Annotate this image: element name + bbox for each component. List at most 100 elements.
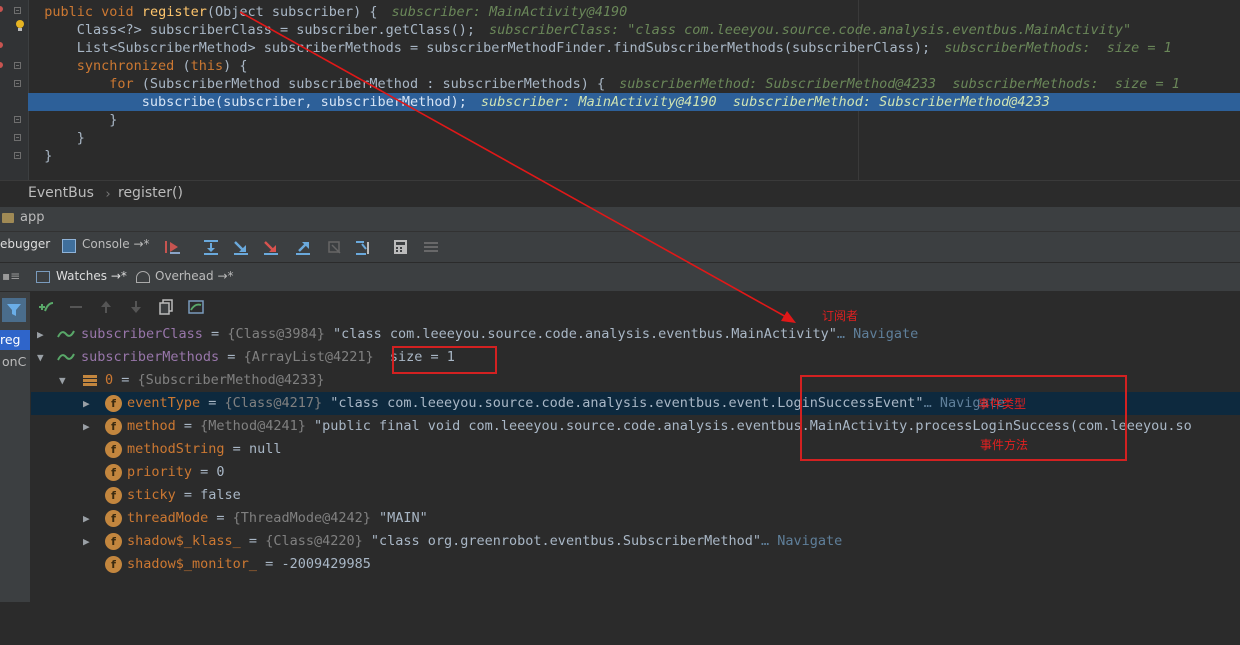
variable-ref: {Class@4217} xyxy=(224,395,323,411)
fold-marker[interactable] xyxy=(14,62,21,69)
field-icon: f xyxy=(105,510,122,527)
code-line[interactable]: Class<?> subscriberClass = subscriber.ge… xyxy=(28,21,1240,39)
field-icon: f xyxy=(105,418,122,435)
breakpoint-marker[interactable] xyxy=(0,62,3,68)
watch-variable-icon xyxy=(57,330,75,338)
variable-row[interactable]: f priority = 0 xyxy=(31,461,1240,484)
event-type-annotation: 事件类型 xyxy=(978,397,1027,411)
code-line[interactable]: } xyxy=(28,147,1240,165)
inline-debug-hint: subscriberMethod: SubscriberMethod@4233 … xyxy=(619,76,1180,92)
show-watches-icon[interactable] xyxy=(187,299,205,315)
remove-watch-icon[interactable] xyxy=(67,299,85,315)
debug-config-title[interactable]: app xyxy=(20,210,44,225)
variable-name: priority xyxy=(127,464,193,480)
expand-icon[interactable]: ▶ xyxy=(83,507,95,530)
copy-icon[interactable] xyxy=(157,299,175,315)
code-line[interactable]: } xyxy=(28,129,1240,147)
variable-value: -2009429985 xyxy=(281,556,371,572)
collapse-icon[interactable]: ▼ xyxy=(59,369,71,392)
tab-overhead[interactable]: Overhead →* xyxy=(155,269,234,283)
lightbulb-icon[interactable] xyxy=(15,20,25,32)
breakpoint-marker[interactable] xyxy=(0,42,3,48)
fold-marker[interactable] xyxy=(14,134,21,141)
show-execution-point-icon[interactable] xyxy=(164,239,182,255)
tab-console-label: Console xyxy=(82,237,130,251)
code-line[interactable]: synchronized (this) { xyxy=(28,57,1240,75)
list-element-icon xyxy=(83,375,97,386)
breadcrumb-method[interactable]: register() xyxy=(118,185,183,201)
field-icon: f xyxy=(105,556,122,573)
code-editor[interactable]: public void register(Object subscriber) … xyxy=(0,0,1240,180)
variable-row[interactable]: ▶ subscriberClass = {Class@3984} "class … xyxy=(31,323,1240,346)
tab-overhead-pin: →* xyxy=(217,269,234,283)
expand-icon[interactable]: ▶ xyxy=(83,392,95,415)
move-down-icon[interactable] xyxy=(127,299,145,315)
code-line[interactable]: for (SubscriberMethod subscriberMethod :… xyxy=(28,75,1240,93)
filter-icon[interactable] xyxy=(2,298,26,322)
variable-name: shadow$_klass_ xyxy=(127,533,241,549)
tab-watches-label: Watches xyxy=(56,269,107,283)
navigate-link[interactable]: … Navigate xyxy=(761,533,842,549)
variable-row[interactable]: ▶ f shadow$_klass_ = {Class@4220} "class… xyxy=(31,530,1240,553)
console-icon xyxy=(62,239,76,253)
breadcrumb-separator: › xyxy=(104,187,112,202)
variable-row[interactable]: ▼ subscriberMethods = {ArrayList@4221} s… xyxy=(31,346,1240,369)
add-watch-icon[interactable] xyxy=(37,299,55,315)
variable-value: "MAIN" xyxy=(378,510,428,526)
frame-item[interactable]: onC xyxy=(2,354,30,369)
variable-ref: {Class@4220} xyxy=(265,533,363,549)
run-to-cursor-icon[interactable] xyxy=(354,239,372,255)
current-execution-line[interactable]: subscribe(subscriber, subscriberMethod);… xyxy=(28,93,1240,111)
collapse-icon[interactable]: ▼ xyxy=(37,346,49,369)
tab-watches[interactable]: Watches →* xyxy=(56,269,127,283)
expand-icon[interactable]: ▶ xyxy=(83,415,95,438)
size-highlight-box xyxy=(392,346,497,374)
variable-row[interactable]: ▶ f threadMode = {ThreadMode@4242} "MAIN… xyxy=(31,507,1240,530)
fold-marker[interactable] xyxy=(14,152,21,159)
step-out-icon[interactable] xyxy=(294,239,312,255)
tab-debugger[interactable]: ebugger xyxy=(0,237,50,251)
variable-value: null xyxy=(248,441,282,457)
variable-ref: {Class@3984} xyxy=(227,326,325,342)
breadcrumb: EventBus › register() xyxy=(0,180,1240,208)
breadcrumb-class[interactable]: EventBus xyxy=(28,185,94,201)
variables-tree: ▶ subscriberClass = {Class@3984} "class … xyxy=(31,322,1240,602)
variable-ref: {Method@4241} xyxy=(200,418,306,434)
code-line[interactable]: public void register(Object subscriber) … xyxy=(28,3,1240,21)
step-over-icon[interactable] xyxy=(202,239,220,255)
event-method-annotation: 事件方法 xyxy=(980,438,1029,452)
fold-marker[interactable] xyxy=(14,7,21,14)
variable-row[interactable]: f shadow$_monitor_ = -2009429985 xyxy=(31,553,1240,576)
force-step-into-icon[interactable] xyxy=(262,239,280,255)
variable-value: false xyxy=(200,487,241,503)
tab-console[interactable]: Console →* xyxy=(82,237,150,251)
breakpoint-marker[interactable] xyxy=(0,6,3,12)
navigate-link[interactable]: … Navigate xyxy=(837,326,918,342)
frame-item-selected[interactable]: reg xyxy=(0,330,30,350)
field-icon: f xyxy=(105,395,122,412)
variable-row[interactable]: f sticky = false xyxy=(31,484,1240,507)
drop-frame-icon[interactable] xyxy=(326,239,344,255)
variable-name: sticky xyxy=(127,487,176,503)
code-line[interactable]: } xyxy=(28,111,1240,129)
trace-stream-icon[interactable] xyxy=(422,239,440,255)
step-into-icon[interactable] xyxy=(232,239,250,255)
fold-marker[interactable] xyxy=(14,116,21,123)
code-line[interactable]: List<SubscriberMethod> subscriberMethods… xyxy=(28,39,1240,57)
fold-marker[interactable] xyxy=(14,80,21,87)
tab-overhead-label: Overhead xyxy=(155,269,214,283)
variable-name: shadow$_monitor_ xyxy=(127,556,258,572)
move-up-icon[interactable] xyxy=(97,299,115,315)
editor-gutter[interactable] xyxy=(0,0,29,180)
inline-debug-hint: subscriber: MainActivity@4190 xyxy=(391,4,628,20)
expand-icon[interactable]: ▶ xyxy=(37,323,49,346)
event-highlight-box xyxy=(800,375,1127,461)
variable-ref: {ArrayList@4221} xyxy=(243,349,374,365)
debug-panel-header: app xyxy=(0,207,1240,232)
frames-layout-icon[interactable]: ▪≡ xyxy=(2,269,20,283)
field-icon: f xyxy=(105,533,122,550)
evaluate-expression-icon[interactable] xyxy=(392,239,410,255)
variable-ref: {SubscriberMethod@4233} xyxy=(137,372,325,388)
code-text: subscribe(subscriber, subscriberMethod); xyxy=(44,94,467,110)
expand-icon[interactable]: ▶ xyxy=(83,530,95,553)
